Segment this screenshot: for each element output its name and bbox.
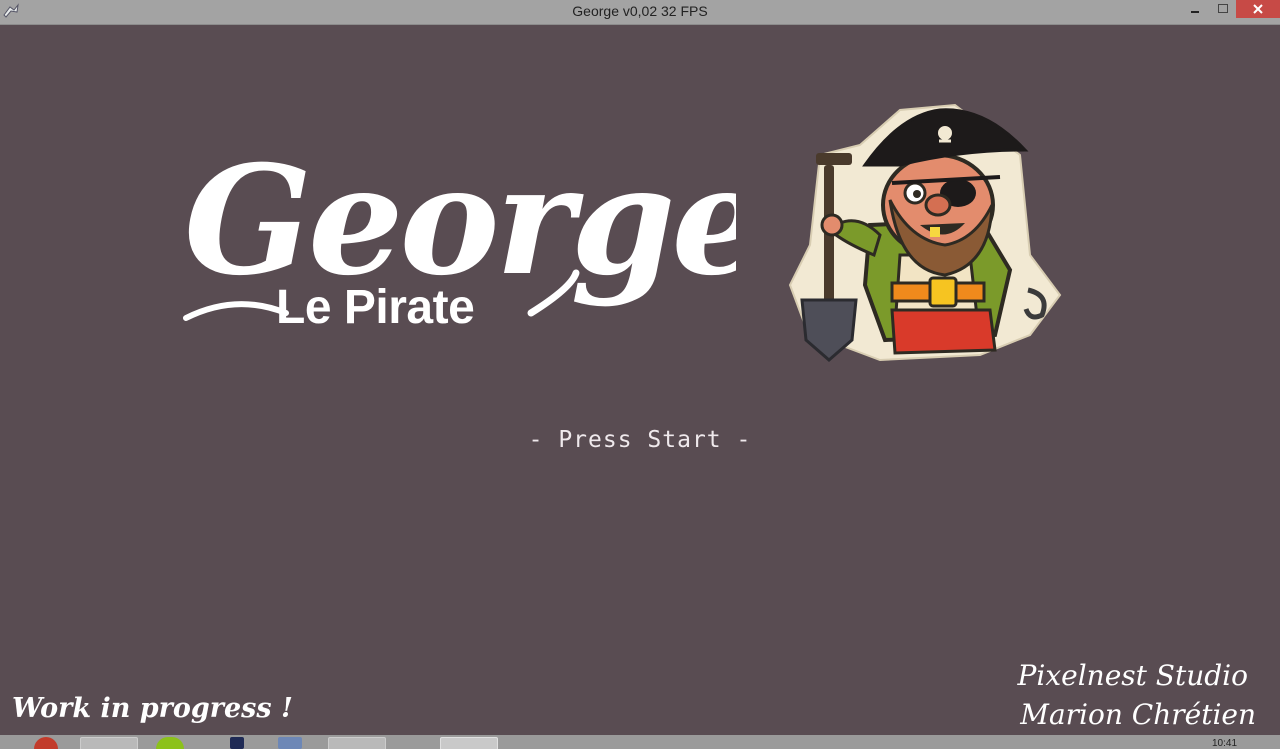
file-explorer-icon[interactable] <box>80 737 138 749</box>
game-canvas[interactable]: George Le Pirate - Press Start - Work in… <box>0 25 1280 735</box>
windows-taskbar: 10:41 <box>0 735 1280 749</box>
pirate-mascot-icon <box>788 103 1062 362</box>
studio-credit: Pixelnest Studio <box>1017 659 1248 692</box>
maximize-button[interactable] <box>1210 0 1236 18</box>
spreadsheet-icon[interactable] <box>328 737 386 749</box>
press-start-prompt[interactable]: - Press Start - <box>0 427 1280 453</box>
minimize-button[interactable] <box>1182 0 1210 18</box>
document-icon[interactable] <box>230 737 244 749</box>
work-in-progress-note: Work in progress ! <box>12 693 293 724</box>
author-credit: Marion Chrétien <box>1020 698 1256 731</box>
browser-icon[interactable] <box>34 737 58 749</box>
window-title: George v0,02 32 FPS <box>572 3 708 19</box>
game-icon[interactable] <box>440 737 498 749</box>
close-icon <box>1253 4 1263 14</box>
subtitle-le-pirate: Le Pirate <box>276 281 475 334</box>
window-title-bar: George v0,02 32 FPS <box>0 0 1280 25</box>
media-player-icon[interactable] <box>156 737 184 749</box>
image-viewer-icon[interactable] <box>278 737 302 749</box>
taskbar-clock[interactable]: 10:41 <box>1212 738 1237 749</box>
close-button[interactable] <box>1236 0 1280 18</box>
maximize-icon <box>1218 4 1228 13</box>
minimize-icon <box>1191 11 1199 13</box>
